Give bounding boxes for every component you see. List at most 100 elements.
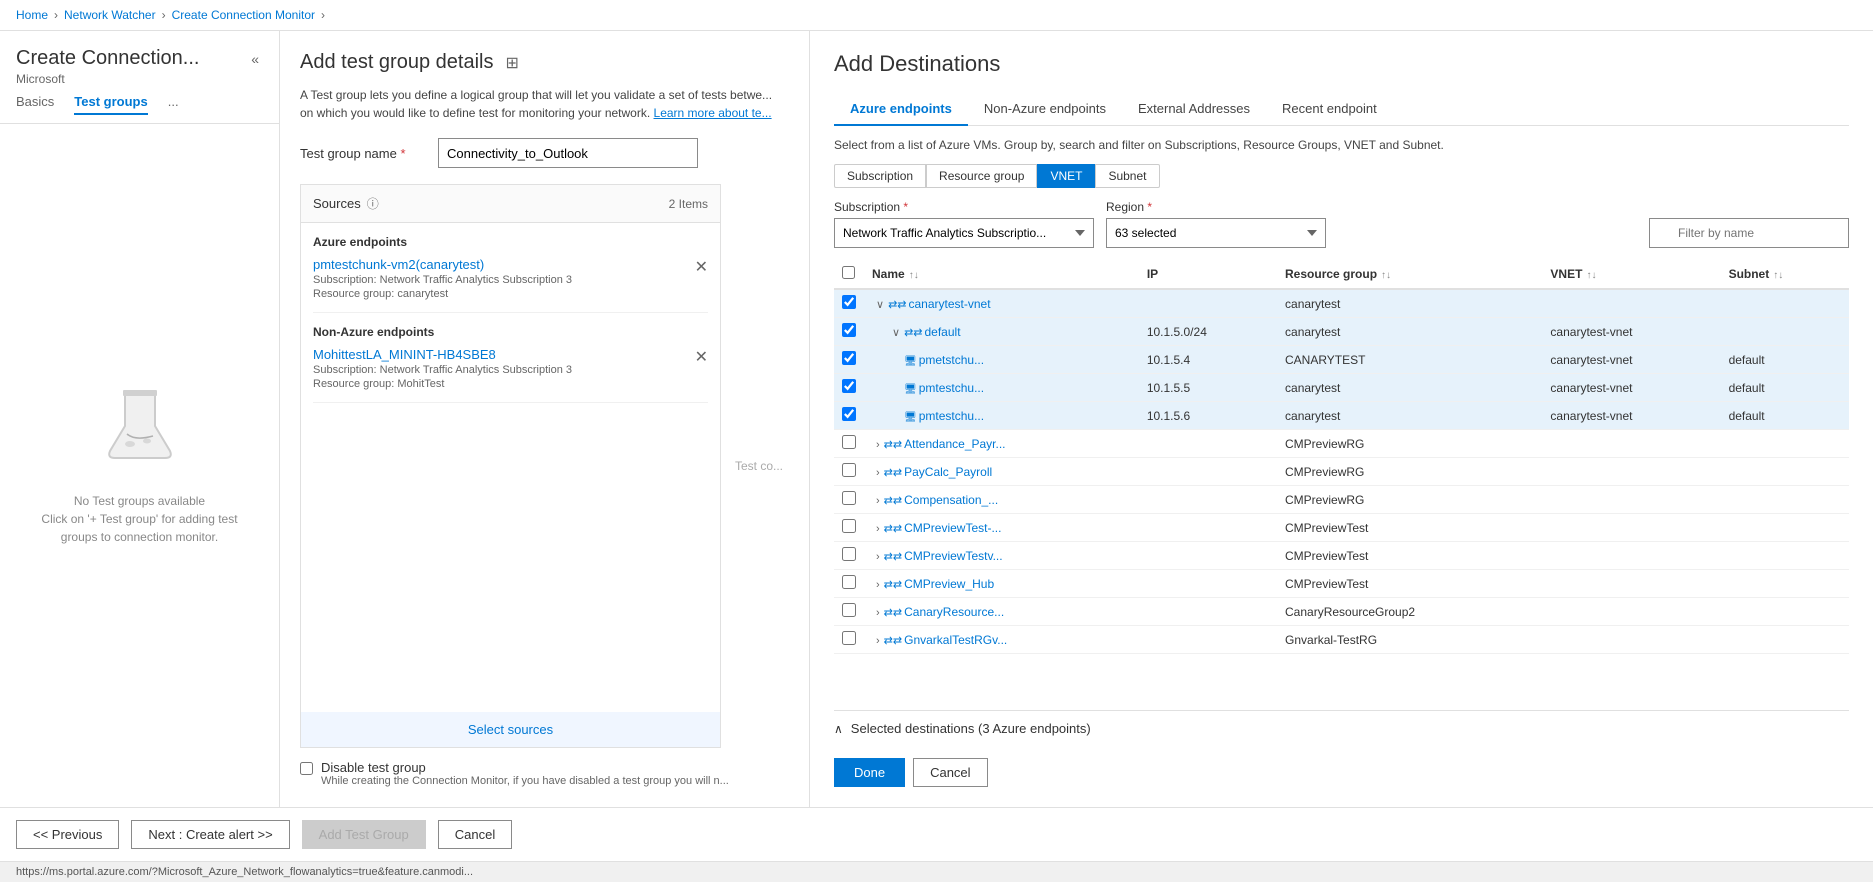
col-subnet: Subnet↑↓ — [1721, 260, 1849, 289]
subscription-select[interactable]: Network Traffic Analytics Subscriptio... — [834, 218, 1094, 248]
row-name-link[interactable]: CMPreviewTest-... — [904, 521, 1001, 535]
row-subnet — [1721, 318, 1849, 346]
footer-bar: << Previous Next : Create alert >> Add T… — [0, 807, 1873, 861]
row-checkbox[interactable] — [842, 631, 856, 645]
status-bar: https://ms.portal.azure.com/?Microsoft_A… — [0, 861, 1873, 882]
expand-row-button[interactable]: › — [872, 579, 884, 591]
expand-row-button[interactable]: › — [872, 439, 884, 451]
non-azure-endpoint-remove-button[interactable]: ✕ — [695, 347, 708, 367]
row-checkbox[interactable] — [842, 463, 856, 477]
row-name-link[interactable]: pmtestchu... — [919, 409, 984, 423]
breadcrumb-home[interactable]: Home — [16, 8, 48, 22]
sidebar-collapse-button[interactable]: « — [247, 47, 263, 71]
row-checkbox[interactable] — [842, 519, 856, 533]
table-row: ›⇄⇄CMPreviewTest-...CMPreviewTest — [834, 514, 1849, 542]
filter-btn-resource-group[interactable]: Resource group — [926, 164, 1037, 188]
row-subnet — [1721, 289, 1849, 318]
row-checkbox[interactable] — [842, 575, 856, 589]
expand-row-button[interactable]: › — [872, 551, 884, 563]
tab-azure-endpoints[interactable]: Azure endpoints — [834, 93, 968, 126]
expand-row-button[interactable]: ∨ — [872, 298, 888, 311]
row-vnet — [1542, 570, 1720, 598]
previous-button[interactable]: << Previous — [16, 820, 119, 849]
select-sources-button[interactable]: Select sources — [301, 712, 720, 747]
azure-endpoints-title: Azure endpoints — [313, 235, 708, 249]
learn-more-link[interactable]: Learn more about te... — [654, 106, 772, 120]
row-name-link[interactable]: canarytest-vnet — [909, 297, 991, 311]
breadcrumb-network-watcher[interactable]: Network Watcher — [64, 8, 156, 22]
row-name-link[interactable]: GnvarkalTestRGv... — [904, 633, 1007, 647]
disable-test-group-checkbox[interactable] — [300, 762, 313, 775]
row-name-cell: ∨⇄⇄default — [864, 318, 1139, 346]
row-name-link[interactable]: CMPreview_Hub — [904, 577, 994, 591]
col-resource-group: Resource group↑↓ — [1277, 260, 1542, 289]
col-name: Name↑↓ — [864, 260, 1139, 289]
row-name-link[interactable]: CMPreviewTestv... — [904, 549, 1002, 563]
row-name-link[interactable]: pmtestchu... — [919, 381, 984, 395]
filter-row: Subscription * Network Traffic Analytics… — [834, 200, 1849, 248]
row-name-cell: ›⇄⇄CMPreviewTest-... — [864, 514, 1139, 542]
cancel-button[interactable]: Cancel — [438, 820, 512, 849]
azure-endpoint-name[interactable]: pmtestchunk-vm2(canarytest) — [313, 257, 708, 272]
row-checkbox[interactable] — [842, 435, 856, 449]
filter-btn-subscription[interactable]: Subscription — [834, 164, 926, 188]
row-name-link[interactable]: CanaryResource... — [904, 605, 1004, 619]
row-checkbox[interactable] — [842, 547, 856, 561]
row-name-link[interactable]: PayCalc_Payroll — [904, 465, 992, 479]
table-row: ›⇄⇄Attendance_Payr...CMPreviewRG — [834, 430, 1849, 458]
bottom-actions: Done Cancel — [834, 746, 1849, 787]
row-name-link[interactable]: default — [925, 325, 961, 339]
breadcrumb-create-connection-monitor[interactable]: Create Connection Monitor — [172, 8, 315, 22]
test-group-name-input[interactable] — [438, 138, 698, 168]
table-row: ∨⇄⇄canarytest-vnetcanarytest — [834, 289, 1849, 318]
expand-row-button[interactable]: › — [872, 467, 884, 479]
select-all-checkbox[interactable] — [842, 266, 855, 279]
selected-destinations-bar[interactable]: ∧ Selected destinations (3 Azure endpoin… — [834, 710, 1849, 746]
region-select[interactable]: 63 selected — [1106, 218, 1326, 248]
row-ip — [1139, 570, 1277, 598]
row-name-link[interactable]: Compensation_... — [904, 493, 998, 507]
right-panel-cancel-button[interactable]: Cancel — [913, 758, 987, 787]
row-name-link[interactable]: Attendance_Payr... — [904, 437, 1005, 451]
row-ip — [1139, 626, 1277, 654]
filter-btn-vnet[interactable]: VNET — [1037, 164, 1095, 188]
row-checkbox[interactable] — [842, 603, 856, 617]
expand-row-button[interactable]: ∨ — [888, 326, 904, 339]
row-checkbox[interactable] — [842, 323, 856, 337]
filter-btn-subnet[interactable]: Subnet — [1095, 164, 1159, 188]
row-resource-group: canarytest — [1277, 402, 1542, 430]
sidebar-nav-more[interactable]: ... — [168, 94, 179, 115]
row-ip — [1139, 289, 1277, 318]
row-resource-group: canarytest — [1277, 318, 1542, 346]
test-group-name-label: Test group name * — [300, 146, 430, 161]
tab-external-addresses[interactable]: External Addresses — [1122, 93, 1266, 126]
row-checkbox[interactable] — [842, 379, 856, 393]
done-button[interactable]: Done — [834, 758, 905, 787]
filter-buttons: Subscription Resource group VNET Subnet — [834, 164, 1849, 188]
panel-grid-icon[interactable]: ⊞ — [505, 53, 518, 73]
sidebar-nav-test-groups[interactable]: Test groups — [74, 94, 147, 115]
row-checkbox[interactable] — [842, 295, 856, 309]
add-test-group-button[interactable]: Add Test Group — [302, 820, 426, 849]
expand-row-button[interactable]: › — [872, 607, 884, 619]
tab-non-azure-endpoints[interactable]: Non-Azure endpoints — [968, 93, 1122, 126]
row-checkbox[interactable] — [842, 407, 856, 421]
expand-row-button[interactable]: › — [872, 495, 884, 507]
row-resource-group: Gnvarkal-TestRG — [1277, 626, 1542, 654]
row-name-link[interactable]: pmetstchu... — [919, 353, 984, 367]
row-checkbox[interactable] — [842, 351, 856, 365]
non-azure-endpoint-name[interactable]: MohittestLA_MININT-HB4SBE8 — [313, 347, 708, 362]
filter-by-name-input[interactable] — [1649, 218, 1849, 248]
azure-endpoint-remove-button[interactable]: ✕ — [695, 257, 708, 277]
row-name-cell: 🖥pmtestchu... — [864, 374, 1139, 402]
expand-row-button[interactable]: › — [872, 635, 884, 647]
table-row: ›⇄⇄Compensation_...CMPreviewRG — [834, 486, 1849, 514]
sidebar-nav-basics[interactable]: Basics — [16, 94, 54, 115]
tab-recent-endpoint[interactable]: Recent endpoint — [1266, 93, 1393, 126]
disable-group-label: Disable test group — [321, 760, 729, 775]
row-ip — [1139, 598, 1277, 626]
expand-row-button[interactable]: › — [872, 523, 884, 535]
row-checkbox[interactable] — [842, 491, 856, 505]
row-resource-group: CMPreviewTest — [1277, 542, 1542, 570]
next-button[interactable]: Next : Create alert >> — [131, 820, 289, 849]
